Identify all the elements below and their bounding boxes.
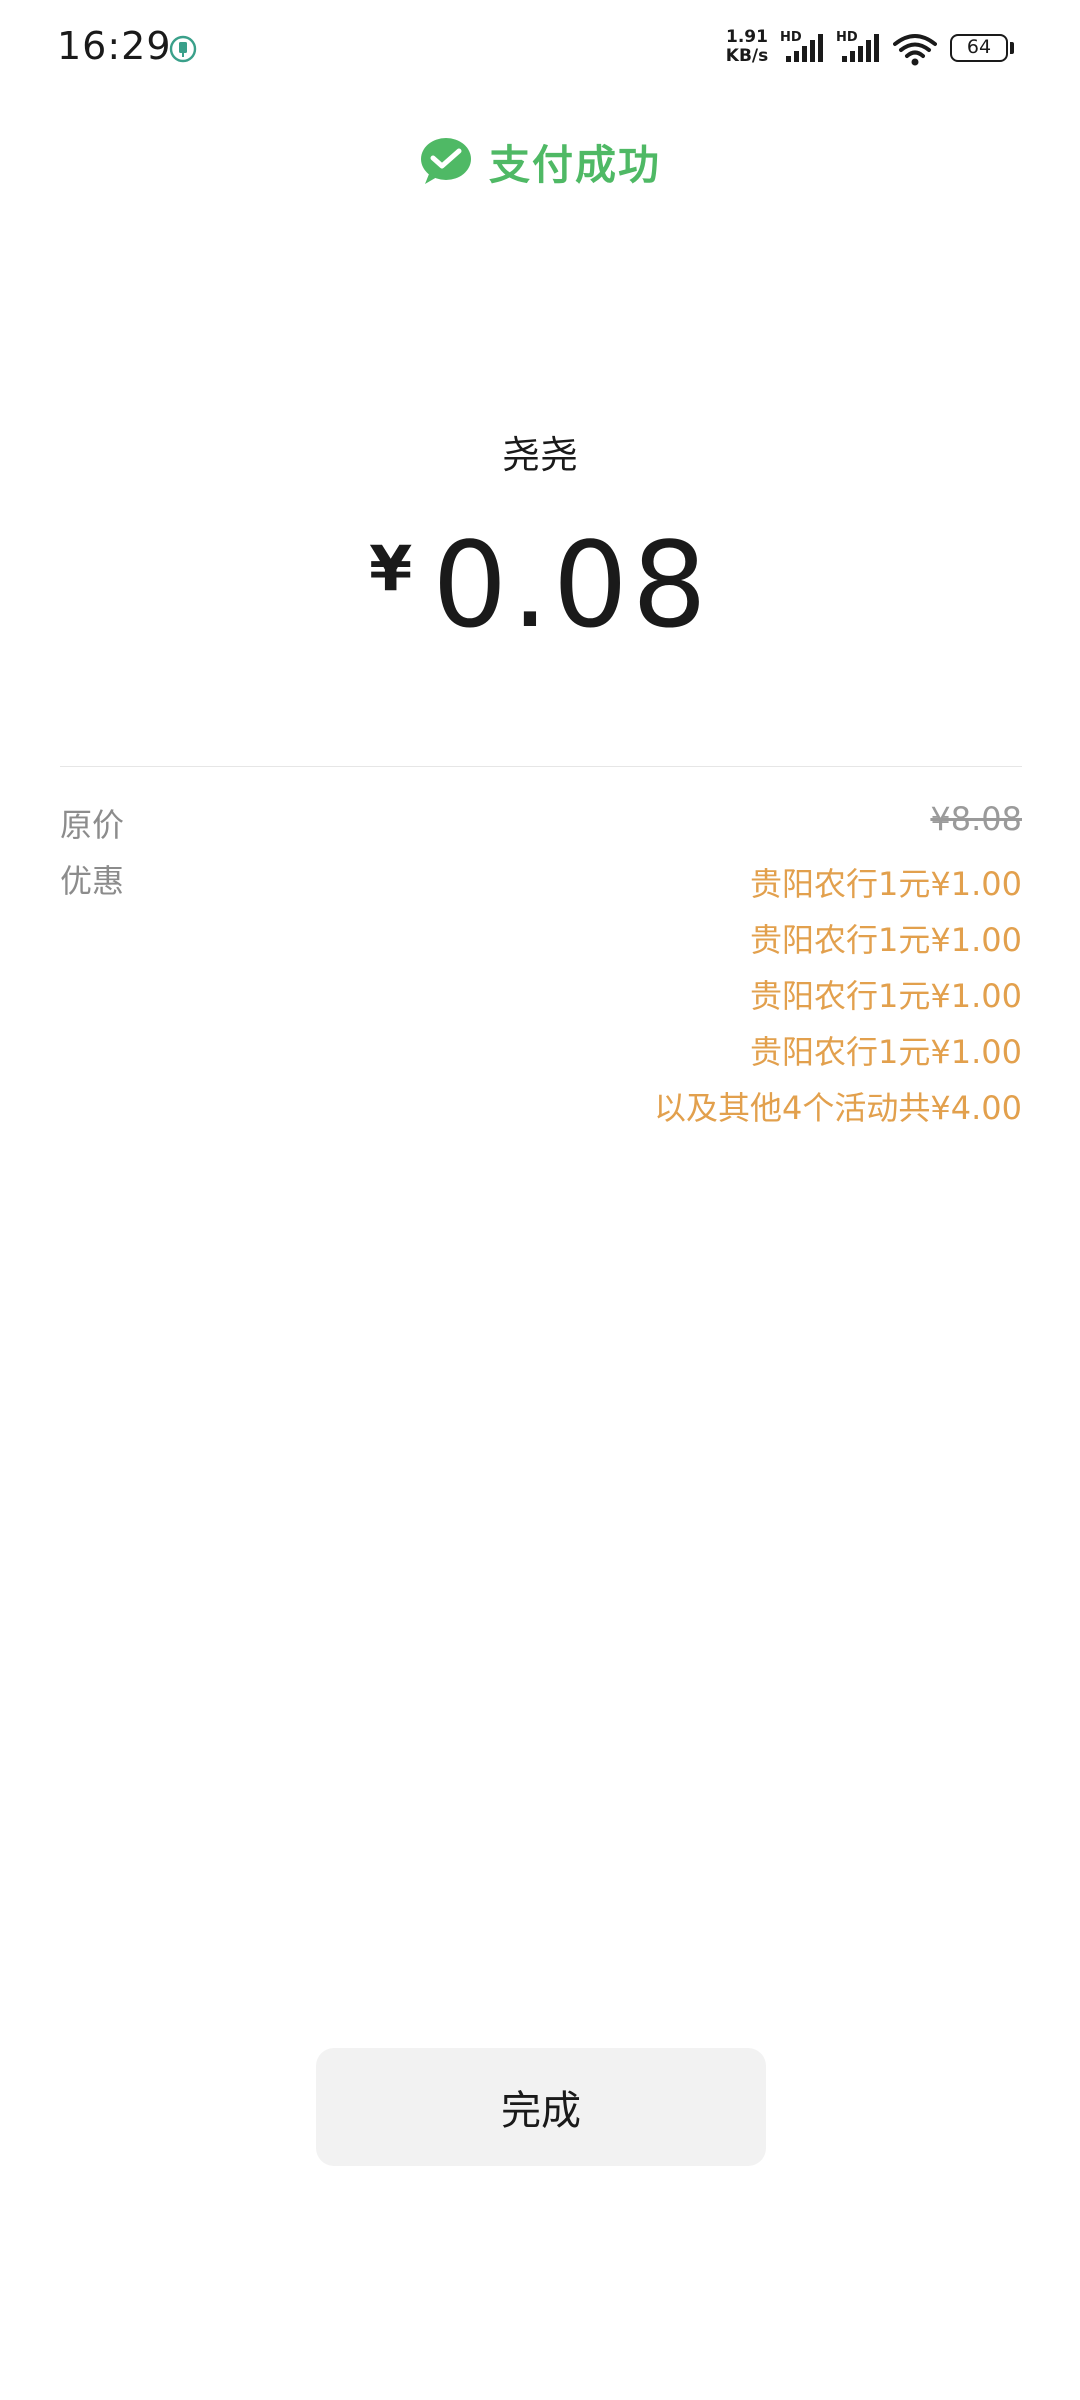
battery-tip bbox=[1010, 42, 1014, 54]
discount-item: 贵阳农行1元¥1.00 bbox=[750, 1033, 1022, 1071]
original-price-value: ¥8.08 bbox=[930, 800, 1022, 838]
done-button[interactable]: 完成 bbox=[316, 2048, 766, 2166]
divider bbox=[60, 766, 1022, 767]
discount-list: 贵阳农行1元¥1.00 贵阳农行1元¥1.00 贵阳农行1元¥1.00 贵阳农行… bbox=[654, 856, 1022, 1136]
wechat-pay-icon bbox=[421, 138, 471, 184]
currency-symbol: ¥ bbox=[369, 532, 413, 605]
amount-value: 0.08 bbox=[432, 516, 711, 654]
signal-icon: HD bbox=[836, 30, 882, 66]
signal-icon: HD bbox=[780, 30, 826, 66]
payment-amount: ¥ 0.08 bbox=[0, 520, 1080, 650]
wifi-icon bbox=[893, 34, 937, 66]
status-bar: 16:29 1.91 KB/s HD HD 64 bbox=[0, 0, 1080, 100]
page-title: 支付成功 bbox=[489, 141, 661, 189]
merchant-name: 尧尧 bbox=[501, 433, 578, 477]
discount-label: 优惠 bbox=[60, 862, 125, 900]
app-notification-icon bbox=[169, 35, 197, 63]
network-speed: 1.91 KB/s bbox=[722, 28, 772, 66]
discount-item: 贵阳农行1元¥1.00 bbox=[750, 977, 1022, 1015]
status-time: 16:29 bbox=[57, 24, 172, 68]
battery-level: 64 bbox=[966, 36, 992, 58]
discount-item: 贵阳农行1元¥1.00 bbox=[750, 865, 1022, 903]
discount-item: 贵阳农行1元¥1.00 bbox=[750, 921, 1022, 959]
network-speed-value: 1.91 bbox=[726, 27, 768, 47]
battery-icon: 64 bbox=[950, 34, 1008, 62]
network-speed-unit: KB/s bbox=[725, 46, 769, 66]
original-price-label: 原价 bbox=[60, 806, 125, 844]
payment-success-header: 支付成功 bbox=[0, 128, 1080, 194]
discount-summary: 以及其他4个活动共¥4.00 bbox=[654, 1089, 1022, 1127]
